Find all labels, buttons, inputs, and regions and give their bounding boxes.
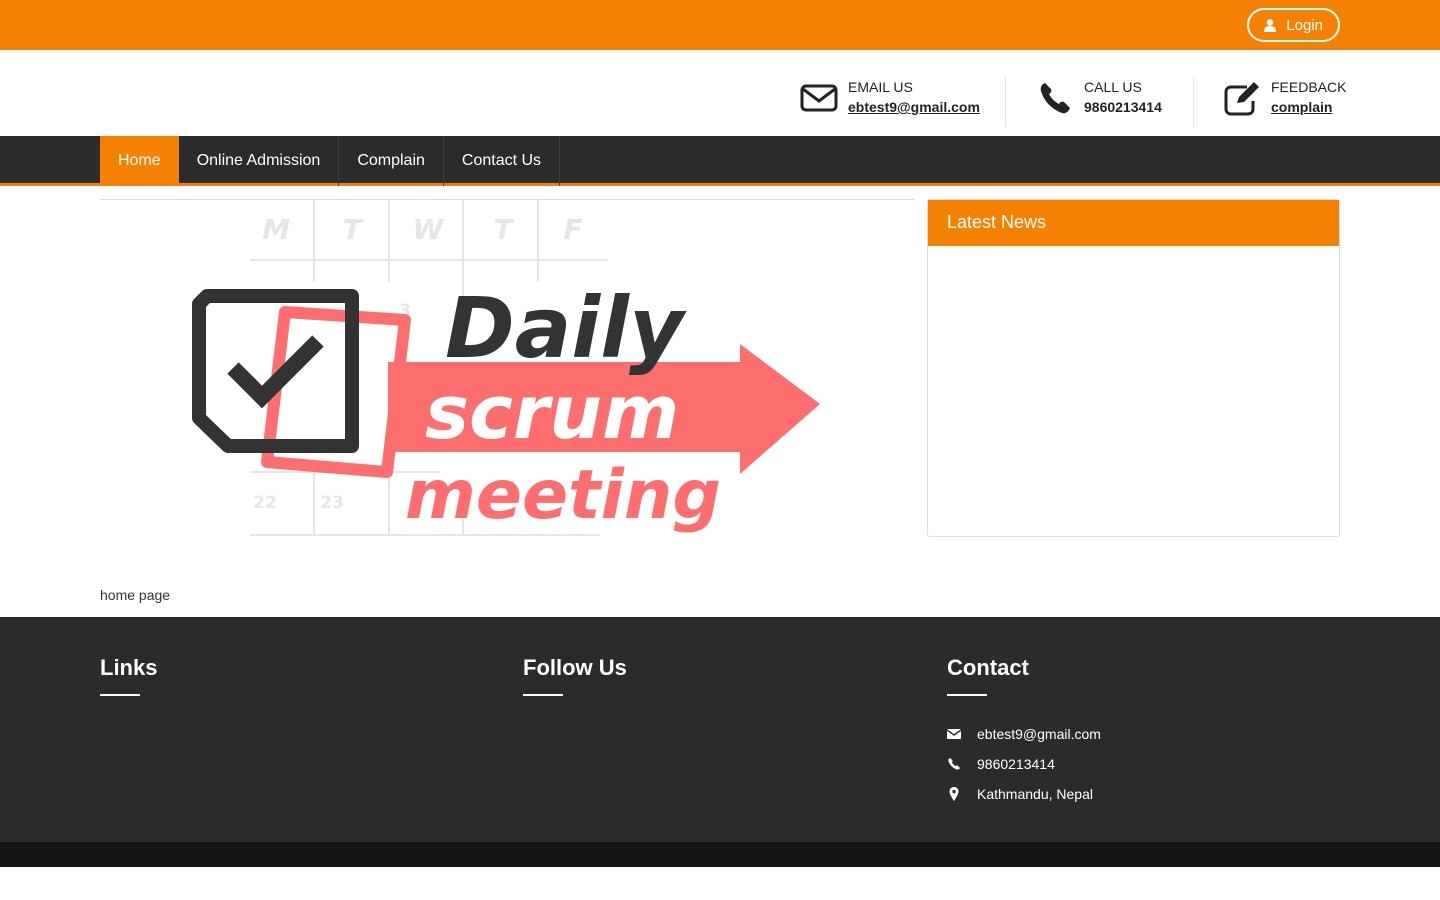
footer-contact-column: Contact ebtest9@gmail.com 9860213414 Kat… (947, 655, 1340, 835)
footer-title-underline (100, 694, 140, 696)
footer-contact-email: ebtest9@gmail.com (947, 726, 1101, 742)
calendar-number: 23 (320, 493, 344, 513)
phone-icon (1040, 83, 1070, 114)
call-us-block: CALL US 9860213414 (1036, 77, 1162, 117)
complain-link[interactable]: complain (1271, 97, 1346, 117)
feedback-block: FEEDBACK complain (1223, 77, 1346, 117)
calendar-day-label: M (262, 213, 290, 246)
calendar-number: 22 (253, 493, 277, 513)
envelope-icon (947, 729, 961, 739)
email-us-title: EMAIL US (848, 79, 913, 95)
footer-links-title: Links (100, 655, 158, 680)
nav-contact-us[interactable]: Contact Us (444, 136, 561, 186)
login-label: Login (1286, 16, 1323, 34)
footer-links-column: Links (100, 655, 157, 696)
latest-news-title: Latest News (928, 200, 1339, 246)
email-us-link[interactable]: ebtest9@gmail.com (848, 97, 980, 117)
nav-complain[interactable]: Complain (339, 136, 444, 186)
footer-phone-text: 9860213414 (977, 756, 1055, 772)
calendar-day-label: T (342, 213, 363, 246)
latest-news-panel: Latest News (927, 199, 1340, 537)
footer-contact-address: Kathmandu, Nepal (947, 786, 1093, 802)
footer: Links Follow Us Contact ebtest9@gmail.co… (0, 617, 1440, 842)
footer-email-text: ebtest9@gmail.com (977, 726, 1101, 742)
banner-scrum-text: scrum (425, 370, 679, 456)
edit-icon (1224, 82, 1259, 116)
home-page-text: home page (100, 587, 171, 603)
envelope-icon (800, 84, 838, 112)
calendar-day-label: W (413, 213, 445, 246)
call-us-title: CALL US (1084, 79, 1142, 95)
top-bar: Login (0, 0, 1440, 50)
map-marker-icon (949, 787, 959, 801)
banner-meeting-text: meeting (405, 456, 721, 535)
footer-follow-column: Follow Us (523, 655, 627, 696)
login-button[interactable]: Login (1247, 8, 1340, 42)
footer-title-underline (947, 694, 987, 696)
email-us-block: EMAIL US ebtest9@gmail.com (800, 77, 980, 117)
calendar-day-label: F (563, 213, 582, 246)
user-icon (1264, 18, 1277, 32)
copyright-bar (0, 842, 1440, 867)
banner-image: M T W T F 3 22 23 Daily scrum meeting (100, 199, 915, 539)
footer-contact-title: Contact (947, 655, 1029, 680)
feedback-title: FEEDBACK (1271, 79, 1347, 95)
footer-title-underline (523, 694, 563, 696)
footer-contact-phone: 9860213414 (947, 756, 1055, 772)
header: EMAIL US ebtest9@gmail.com CALL US 98602… (0, 50, 1440, 136)
header-divider (1005, 77, 1006, 127)
main-nav: Home Online Admission Complain Contact U… (0, 136, 1440, 186)
phone-icon (948, 758, 960, 770)
header-divider (1193, 77, 1194, 127)
calendar-day-label: T (493, 213, 514, 246)
banner-daily-text: Daily (445, 279, 687, 377)
nav-online-admission[interactable]: Online Admission (179, 136, 340, 186)
footer-follow-title: Follow Us (523, 655, 627, 680)
footer-address-text: Kathmandu, Nepal (977, 786, 1093, 802)
call-us-number: 9860213414 (1084, 99, 1162, 115)
nav-home[interactable]: Home (100, 136, 179, 186)
daily-scrum-illustration: M T W T F 3 22 23 Daily scrum meeting (192, 200, 820, 536)
